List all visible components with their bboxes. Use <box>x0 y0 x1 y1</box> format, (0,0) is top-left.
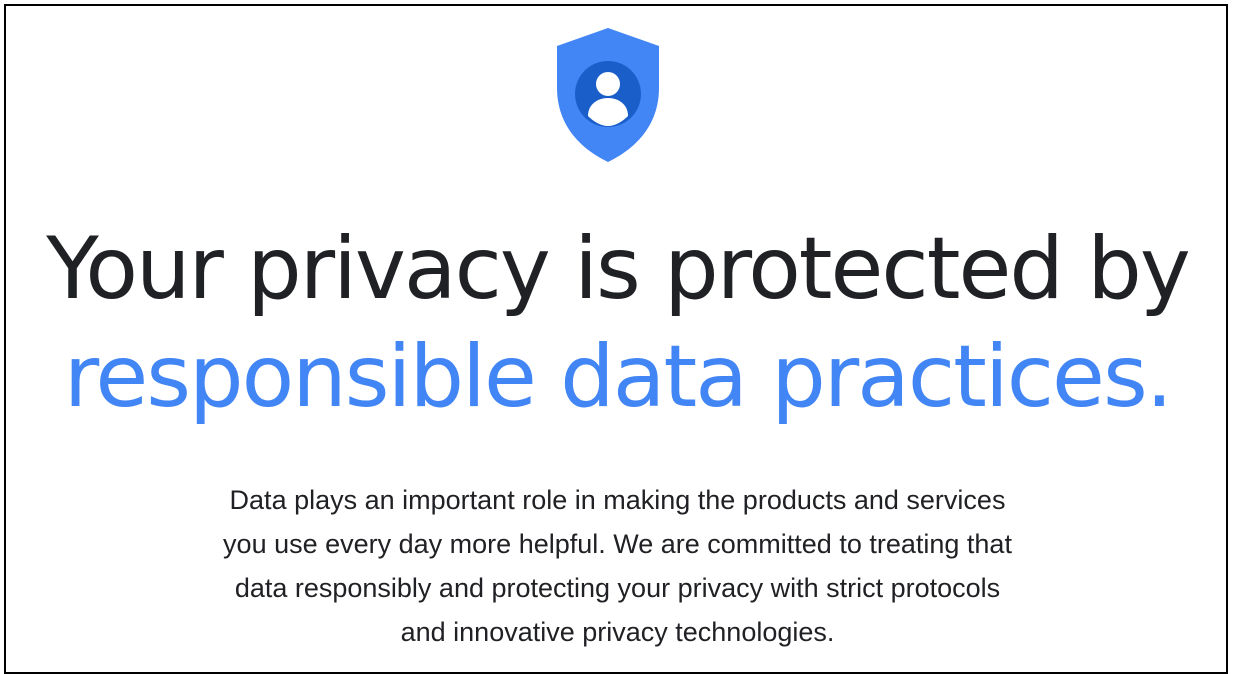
intro-line-3: data responsibly and protecting your pri… <box>234 573 1001 603</box>
intro-line-1: Data plays an important role in making t… <box>229 485 1006 515</box>
headline-line-2-accent: responsible data practices. <box>63 327 1173 427</box>
headline-line-1: Your privacy is protected by <box>46 219 1191 319</box>
intro-line-2: you use every day more helpful. We are c… <box>223 529 1012 559</box>
headline: Your privacy is protected by responsible… <box>0 226 1235 442</box>
intro-paragraph: Data plays an important role in making t… <box>140 478 1095 654</box>
privacy-shield-user-icon <box>555 26 661 164</box>
intro-line-4: and innovative privacy technologies. <box>400 617 835 647</box>
